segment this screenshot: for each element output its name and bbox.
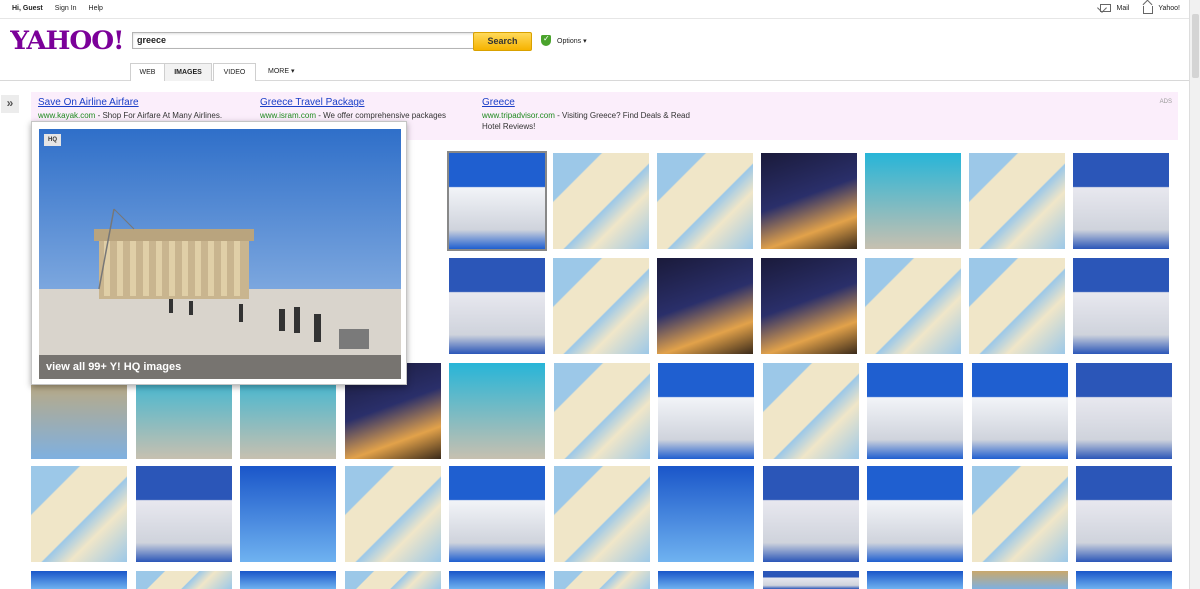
ad-desc: - We offer comprehensive packages: [316, 111, 447, 120]
ad-url[interactable]: www.isram.com: [260, 111, 316, 120]
image-thumbnail[interactable]: [865, 153, 961, 249]
image-thumbnail[interactable]: [240, 571, 336, 589]
image-thumbnail[interactable]: [969, 258, 1065, 354]
image-thumbnail[interactable]: [762, 571, 859, 589]
hq-badge: HQ: [44, 134, 61, 146]
home-icon: [1143, 6, 1154, 14]
image-thumbnail[interactable]: [971, 363, 1068, 459]
image-thumbnail[interactable]: [135, 466, 232, 562]
tab-web[interactable]: WEB: [130, 63, 165, 81]
image-thumbnail[interactable]: [657, 153, 753, 249]
ad-title[interactable]: Greece: [482, 97, 692, 108]
view-all-hq-link[interactable]: view all 99+ Y! HQ images: [39, 355, 401, 379]
ad-item: Greece Travel Package www.isram.com - We…: [260, 97, 470, 121]
image-thumbnail[interactable]: [553, 466, 650, 562]
image-thumbnail[interactable]: [657, 258, 753, 354]
image-thumbnail[interactable]: [867, 363, 963, 459]
search-button[interactable]: Search: [473, 32, 532, 51]
sign-in-link[interactable]: Sign In: [55, 5, 77, 12]
scroll-thumb[interactable]: [1192, 14, 1199, 78]
tab-video[interactable]: VIDEO: [213, 63, 256, 81]
image-thumbnail[interactable]: [240, 466, 336, 562]
yahoo-home-link[interactable]: Yahoo!: [1143, 4, 1180, 14]
image-thumbnail[interactable]: [658, 466, 754, 562]
preview-image[interactable]: [39, 129, 401, 379]
ad-url[interactable]: www.kayak.com: [38, 111, 95, 120]
ads-label: ADS: [1159, 99, 1172, 105]
top-bar: Hi, Guest Sign In Help Mail Yahoo!: [0, 0, 1190, 19]
image-thumbnail[interactable]: [553, 258, 649, 354]
image-thumbnail[interactable]: [867, 571, 963, 589]
mail-link[interactable]: Mail: [1100, 4, 1129, 12]
mail-icon: [1100, 4, 1112, 12]
image-thumbnail[interactable]: [447, 151, 547, 251]
image-thumbnail[interactable]: [969, 153, 1065, 249]
options-menu[interactable]: Options ▾: [557, 37, 587, 45]
image-thumbnail[interactable]: [449, 571, 545, 589]
image-thumbnail[interactable]: [658, 363, 754, 459]
image-thumbnail[interactable]: [865, 258, 961, 354]
image-thumbnail[interactable]: [344, 571, 441, 589]
image-preview-popup[interactable]: HQ view all 99+ Y! HQ images: [31, 121, 407, 385]
ad-item: Save On Airline Airfare www.kayak.com - …: [38, 97, 248, 121]
yahoo-logo[interactable]: YAHOO!: [10, 26, 124, 55]
ad-url[interactable]: www.tripadvisor.com: [482, 111, 555, 120]
image-thumbnail[interactable]: [761, 258, 857, 354]
image-thumbnail[interactable]: [971, 571, 1068, 589]
image-thumbnail[interactable]: [1073, 258, 1169, 354]
image-thumbnail[interactable]: [135, 571, 232, 589]
image-thumbnail[interactable]: [449, 466, 545, 562]
tab-more[interactable]: MORE ▾: [268, 63, 294, 80]
image-thumbnail[interactable]: [762, 363, 859, 459]
image-thumbnail[interactable]: [553, 153, 649, 249]
safesearch-shield-icon: [541, 34, 551, 46]
image-thumbnail[interactable]: [553, 571, 650, 589]
image-thumbnail[interactable]: [658, 571, 754, 589]
scrollbar[interactable]: [1189, 0, 1200, 589]
image-thumbnail[interactable]: [971, 466, 1068, 562]
greeting: Hi, Guest: [12, 5, 43, 12]
ad-desc: - Shop For Airfare At Many Airlines.: [95, 111, 223, 120]
image-thumbnail[interactable]: [449, 363, 545, 459]
image-thumbnail[interactable]: [31, 466, 127, 562]
image-thumbnail[interactable]: [761, 153, 857, 249]
expand-sidebar-icon[interactable]: »: [1, 95, 19, 113]
ad-title[interactable]: Save On Airline Airfare: [38, 97, 248, 108]
ad-title[interactable]: Greece Travel Package: [260, 97, 470, 108]
image-thumbnail[interactable]: [31, 571, 127, 589]
image-thumbnail[interactable]: [867, 466, 963, 562]
help-link[interactable]: Help: [89, 5, 103, 12]
image-thumbnail[interactable]: [1073, 153, 1169, 249]
search-input[interactable]: greece: [132, 32, 476, 49]
image-thumbnail[interactable]: [1076, 363, 1172, 459]
image-thumbnail[interactable]: [344, 466, 441, 562]
image-thumbnail[interactable]: [553, 363, 650, 459]
tab-images[interactable]: IMAGES: [164, 63, 212, 81]
image-thumbnail[interactable]: [449, 258, 545, 354]
image-thumbnail[interactable]: [1076, 571, 1172, 589]
ad-item: Greece www.tripadvisor.com - Visiting Gr…: [482, 97, 692, 132]
image-thumbnail[interactable]: [762, 466, 859, 562]
image-thumbnail[interactable]: [1076, 466, 1172, 562]
